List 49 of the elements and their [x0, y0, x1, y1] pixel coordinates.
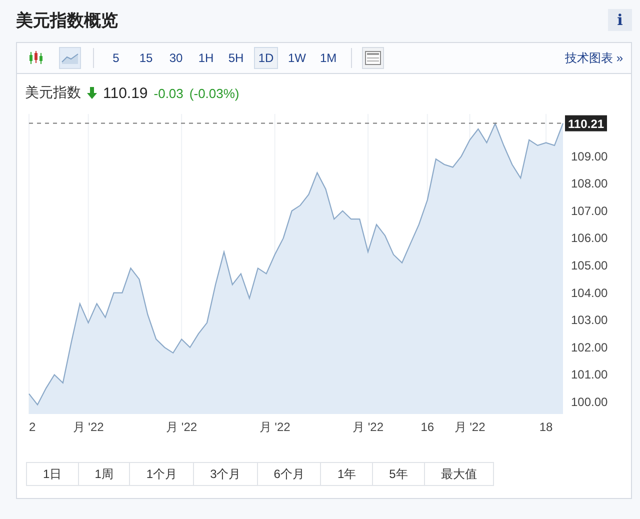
x-axis-label: 月 '22: [259, 420, 290, 434]
chart-type-button[interactable]: [59, 47, 81, 69]
x-axis-label: 月 '22: [72, 420, 104, 434]
range-button[interactable]: 1个月: [129, 462, 194, 486]
table-icon: [364, 51, 381, 65]
y-axis-label: 100.00: [571, 395, 608, 409]
y-axis-label: 104.00: [571, 286, 608, 300]
x-axis-label: 月 '22: [352, 420, 384, 434]
down-arrow-icon: [87, 87, 97, 99]
range-button[interactable]: 3个月: [193, 462, 258, 486]
price-change: -0.03: [154, 86, 184, 100]
interval-tab[interactable]: 1D: [254, 47, 278, 69]
x-axis-label: 16: [420, 420, 434, 434]
range-button[interactable]: 5年: [372, 462, 425, 486]
page-title: 美元指数概览: [16, 10, 118, 32]
x-axis-label: 月 '22: [166, 420, 198, 434]
interval-tab[interactable]: 1M: [316, 47, 341, 69]
range-button[interactable]: 1年: [320, 462, 374, 486]
range-button[interactable]: 1周: [78, 462, 130, 486]
y-axis-label: 107.00: [571, 204, 608, 218]
info-button[interactable]: i: [608, 9, 632, 31]
table-button[interactable]: [362, 47, 384, 69]
range-button[interactable]: 1日: [26, 462, 79, 486]
interval-tab[interactable]: 5: [104, 47, 128, 69]
x-axis-label: 18: [539, 420, 553, 434]
y-axis-label: 109.00: [571, 149, 608, 164]
interval-tab[interactable]: 1W: [284, 47, 310, 69]
range-button[interactable]: 最大值: [424, 462, 494, 486]
y-axis-label: 101.00: [571, 368, 608, 382]
x-axis-label: 月 '22: [454, 420, 486, 434]
range-button[interactable]: 6个月: [256, 462, 322, 486]
y-axis-label: 108.00: [571, 176, 608, 191]
area-chart-icon: [61, 51, 79, 65]
y-axis-label: 105.00: [571, 258, 608, 272]
index-name: 美元指数: [25, 84, 81, 102]
candlestick-icon: [28, 50, 44, 66]
price-change-percent: (-0.03%): [189, 86, 240, 100]
interval-tab[interactable]: 5H: [224, 47, 248, 69]
y-axis-label: 102.00: [571, 340, 608, 354]
x-axis-label: 2: [29, 420, 36, 434]
technical-chart-link[interactable]: 技术图表 »: [564, 50, 623, 66]
price: 110.19: [103, 84, 148, 102]
interval-tab[interactable]: 15: [134, 47, 158, 69]
ref-line-label: 110.21: [568, 116, 604, 131]
last-price-reference-line: 110.21: [28, 115, 607, 132]
interval-tab[interactable]: 1H: [194, 47, 218, 69]
interval-tab[interactable]: 30: [164, 47, 188, 69]
y-axis-label: 103.00: [571, 313, 608, 328]
y-axis-label: 106.00: [571, 231, 608, 246]
